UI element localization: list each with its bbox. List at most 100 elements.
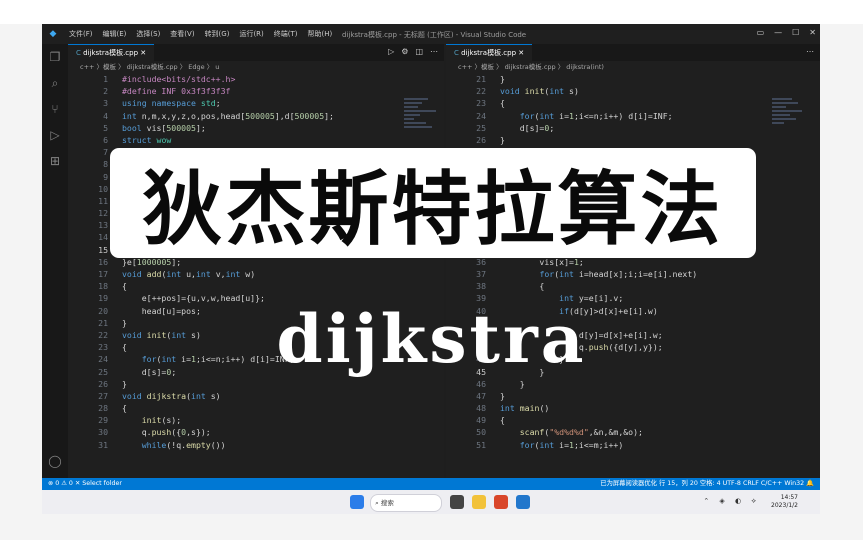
code-line[interactable]: 21} (446, 73, 820, 85)
code-line[interactable]: 5 bool vis[500005]; (68, 122, 444, 134)
code-area-right[interactable]: 21} 22 void init(int s) 23{24 for(int i=1;i… (446, 73, 820, 451)
status-right[interactable]: 已为屏幕阅读器优化 行 15，列 20 空格: 4 UTF-8 CRLF C/C… (600, 478, 814, 490)
line-number: 48 (476, 403, 486, 414)
maximize-icon[interactable]: ☐ (792, 28, 799, 37)
code-text: } (500, 390, 505, 401)
search-icon[interactable]: ⌕ (42, 70, 68, 96)
tab-bar-left: C dijkstra模板.cpp ✕ ▷ ⚙ ◫ ⋯ (68, 44, 444, 62)
menu-terminal[interactable]: 终端(T) (269, 29, 303, 39)
line-number: 22 (476, 86, 486, 97)
code-line[interactable]: 47} (446, 390, 820, 402)
close-icon[interactable]: ✕ (809, 28, 816, 37)
explorer-icon[interactable]: ❐ (42, 44, 68, 70)
code-text: void add(int u,int v,int w) (122, 269, 256, 279)
code-text: bool vis[500005]; (122, 122, 206, 133)
menu-run[interactable]: 运行(R) (234, 29, 268, 39)
line-number: 38 (476, 281, 486, 292)
code-line[interactable]: 50 scanf("%d%d%d",&n,&m,&o); (446, 426, 820, 438)
code-line[interactable]: 37 for(int i=head[x];i;i=e[i].next) (446, 268, 820, 280)
line-number: 30 (98, 427, 108, 438)
settings-icon[interactable]: ⚙ (401, 47, 408, 56)
line-number: 3 (103, 98, 108, 109)
editor-actions-right: ⋯ (806, 47, 814, 56)
account-icon[interactable]: ◯ (42, 448, 68, 474)
menu-file[interactable]: 文件(F) (64, 29, 98, 39)
layout-icon[interactable]: ▭ (757, 28, 765, 37)
code-text: { (122, 281, 127, 292)
code-line[interactable]: 31 while(!q.empty()) (68, 439, 444, 451)
extensions-icon[interactable]: ⊞ (42, 148, 68, 174)
code-line[interactable]: 51 for(int i=1;i<=m;i++) (446, 439, 820, 451)
code-line[interactable]: 23 { (446, 97, 820, 109)
file-explorer-icon[interactable] (472, 495, 486, 509)
activity-bar: ❐ ⌕ ⑂ ▷ ⊞ ◯ ⚙ (42, 44, 68, 492)
line-number: 49 (476, 415, 486, 426)
code-line[interactable]: 24 for(int i=1;i<=n;i++) d[i]=INF; (446, 110, 820, 122)
vscode-screen: ◆ 文件(F) 编辑(E) 选择(S) 查看(V) 转到(G) 运行(R) 终端… (42, 24, 820, 514)
menu-go[interactable]: 转到(G) (200, 29, 235, 39)
code-line[interactable]: 3 using namespace std; (68, 97, 444, 109)
line-number: 25 (476, 122, 486, 133)
more-icon[interactable]: ⋯ (430, 47, 438, 56)
menu-view[interactable]: 查看(V) (165, 29, 199, 39)
task-view-icon[interactable] (450, 495, 464, 509)
tab-dijkstra-right[interactable]: C dijkstra模板.cpp ✕ (446, 44, 533, 62)
code-line[interactable]: 18 { (68, 280, 444, 292)
more-icon[interactable]: ⋯ (806, 47, 814, 56)
minimap-right[interactable] (772, 96, 812, 196)
code-line[interactable]: 49 { (446, 414, 820, 426)
code-line[interactable]: 4 int n,m,x,y,z,o,pos,head[500005],d[5000… (68, 110, 444, 122)
code-line[interactable]: 2 #define INF 0x3f3f3f3f (68, 85, 444, 97)
code-line[interactable]: 48 int main() (446, 402, 820, 414)
code-line[interactable]: 25 d[s]=0; (446, 122, 820, 134)
status-left[interactable]: ⊗ 0 ⚠ 0 ✕ Select folder (48, 478, 122, 490)
tab-close-icon[interactable]: ✕ (140, 49, 146, 57)
minimize-icon[interactable]: — (774, 28, 782, 37)
code-line[interactable]: 26} (68, 378, 444, 390)
tab-close-icon[interactable]: ✕ (518, 49, 524, 57)
taskbar-search[interactable]: ⌕ 搜索 (370, 494, 442, 512)
code-text: } (500, 378, 525, 389)
code-area-left[interactable]: 1 #include<bits/stdc++.h> 2 #define INF 0x3… (68, 73, 444, 451)
line-number: 6 (103, 134, 108, 145)
code-line[interactable]: 28 { (68, 402, 444, 414)
code-text: int n,m,x,y,z,o,pos,head[500005],d[50000… (122, 110, 334, 121)
taskbar-clock[interactable]: 14:57 2023/1/2 (771, 494, 798, 510)
system-tray[interactable]: ⌃ ◈ ◐ ⟡ (703, 497, 760, 506)
code-text: int main() (500, 403, 550, 414)
line-number: 4 (103, 110, 108, 121)
code-line[interactable]: 22 void init(int s) (446, 85, 820, 97)
tab-dijkstra-left[interactable]: C dijkstra模板.cpp ✕ (68, 44, 155, 62)
code-line[interactable]: 29 init(s); (68, 414, 444, 426)
clock-date: 2023/1/2 (771, 502, 798, 509)
code-line[interactable]: 17 void add(int u,int v,int w) (68, 268, 444, 280)
code-text: while(!q.empty()) (141, 439, 226, 450)
run-debug-icon[interactable]: ▷ (42, 122, 68, 148)
code-line[interactable]: 46 } (446, 378, 820, 390)
split-editor-icon[interactable]: ◫ (415, 47, 423, 56)
code-line[interactable]: 38 { (446, 280, 820, 292)
code-text: init(s); (141, 415, 182, 426)
line-number: 5 (103, 122, 108, 133)
start-windows-icon[interactable] (350, 495, 364, 509)
line-number: 2 (103, 86, 108, 97)
code-line[interactable]: 1 #include<bits/stdc++.h> (68, 73, 444, 85)
code-text: for(int i=head[x];i;i=e[i].next) (539, 269, 698, 279)
menu-selection[interactable]: 选择(S) (131, 29, 165, 39)
powerpoint-icon[interactable] (494, 495, 508, 509)
code-line[interactable]: 27 void dijkstra(int s) (68, 390, 444, 402)
code-line[interactable]: 30 q.push({0,s}); (68, 426, 444, 438)
line-number: 29 (98, 415, 108, 426)
source-control-icon[interactable]: ⑂ (42, 96, 68, 122)
run-icon[interactable]: ▷ (388, 47, 394, 56)
breadcrumb[interactable]: c++ 〉模板 〉 dijkstra模板.cpp 〉 Edge 〉 u (68, 61, 444, 73)
line-number: 21 (476, 74, 486, 84)
code-text: { (122, 403, 127, 414)
editor-pane-left: C dijkstra模板.cpp ✕ ▷ ⚙ ◫ ⋯ c++ 〉模板 〉 dij… (68, 44, 444, 478)
breadcrumb[interactable]: c++ 〉模板 〉 dijkstra模板.cpp 〉 dijkstra(int) (446, 61, 820, 73)
line-number: 47 (476, 390, 486, 401)
code-text: { (500, 281, 545, 292)
vscode-taskbar-icon[interactable] (516, 495, 530, 509)
menu-edit[interactable]: 编辑(E) (98, 29, 132, 39)
menu-help[interactable]: 帮助(H) (303, 29, 338, 39)
